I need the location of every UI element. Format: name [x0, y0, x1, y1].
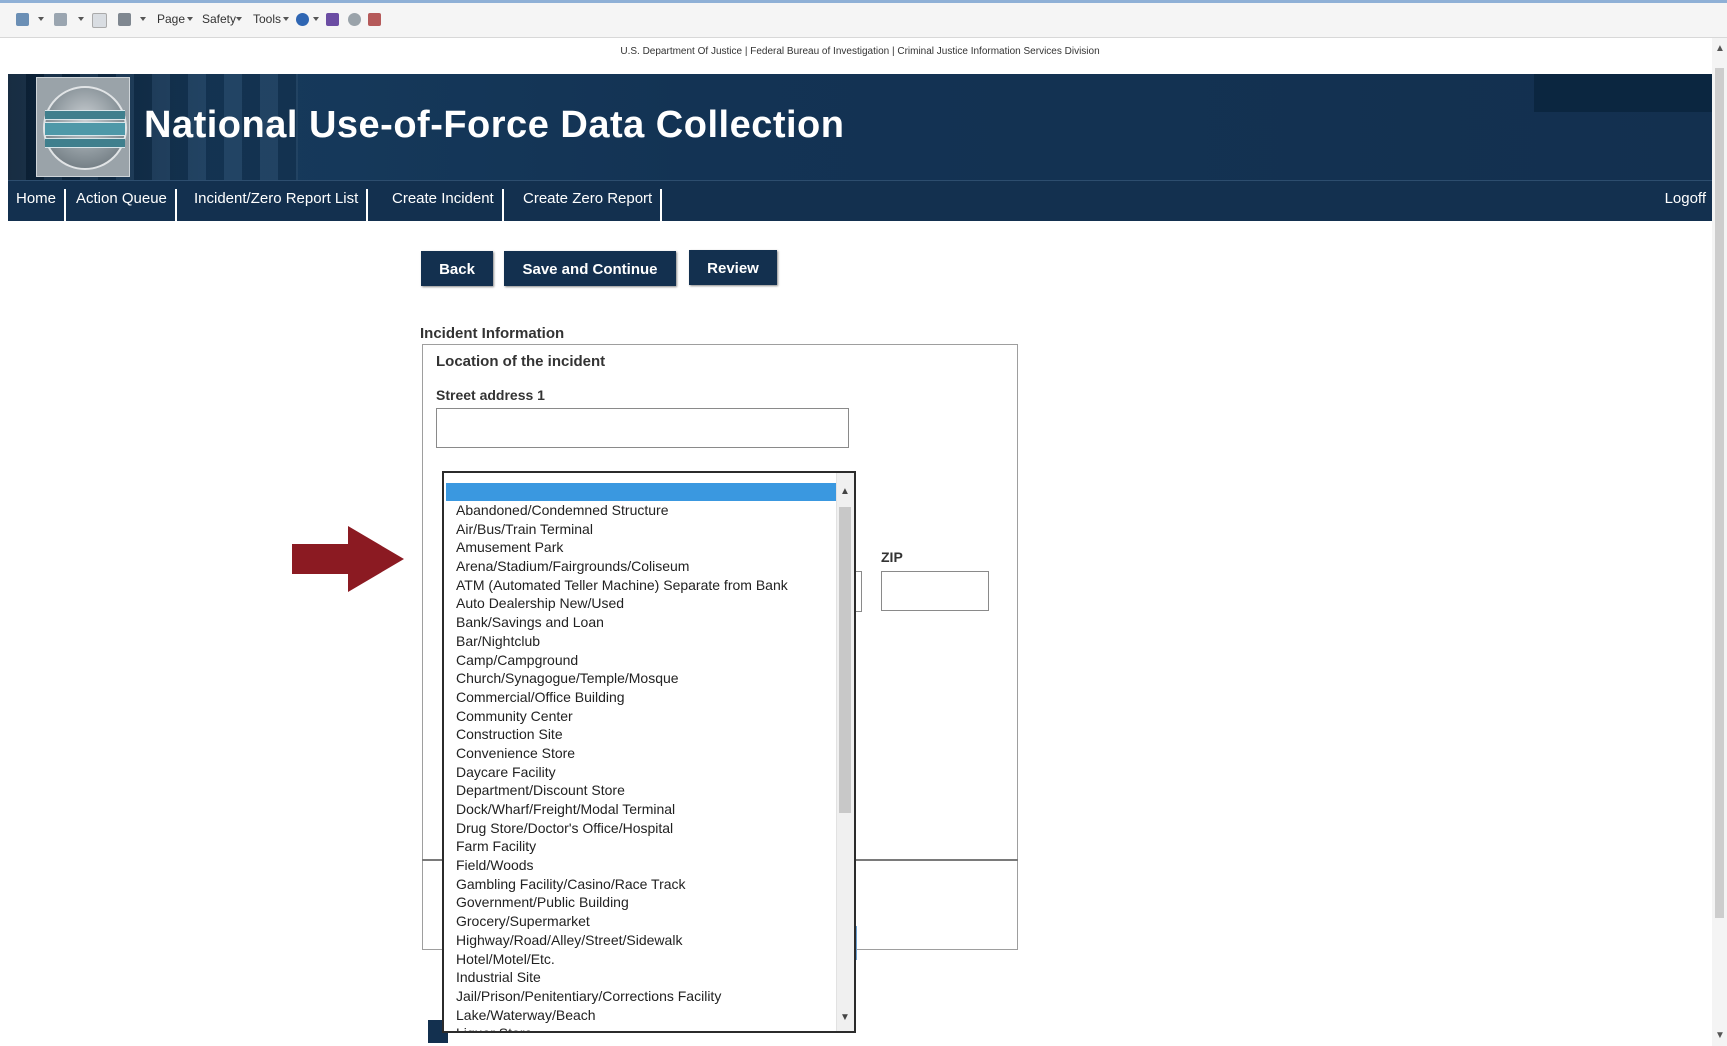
street-address-input[interactable]: [436, 408, 849, 448]
site-title: National Use-of-Force Data Collection: [144, 104, 845, 146]
mail-icon[interactable]: [92, 13, 107, 28]
seal-icon: [43, 86, 127, 170]
zip-label: ZIP: [881, 549, 903, 565]
dropdown-option[interactable]: Dock/Wharf/Freight/Modal Terminal: [456, 800, 788, 819]
nav-create-zero-report[interactable]: Create Zero Report: [515, 189, 663, 221]
page-scrollbar[interactable]: ▲ ▼: [1712, 38, 1727, 1046]
dropdown-options: Abandoned/Condemned Structure Air/Bus/Tra…: [456, 501, 788, 1031]
settings-icon[interactable]: [348, 13, 361, 26]
scroll-down-icon[interactable]: ▼: [1715, 1030, 1725, 1041]
dropdown-option[interactable]: Government/Public Building: [456, 893, 788, 912]
page-menu[interactable]: Page: [157, 12, 185, 26]
dropdown-option[interactable]: Arena/Stadium/Fairgrounds/Coliseum: [456, 557, 788, 576]
chevron-down-icon: [313, 17, 319, 21]
dropdown-option[interactable]: Hotel/Motel/Etc.: [456, 950, 788, 969]
nav-home[interactable]: Home: [8, 189, 67, 221]
safety-menu[interactable]: Safety: [202, 12, 236, 26]
page-scroll-thumb[interactable]: [1715, 68, 1724, 918]
scroll-up-icon[interactable]: ▲: [1715, 43, 1725, 54]
dropdown-option[interactable]: Auto Dealership New/Used: [456, 594, 788, 613]
dropdown-option[interactable]: Highway/Road/Alley/Street/Sidewalk: [456, 931, 788, 950]
dropdown-option[interactable]: Liquor Store: [456, 1024, 788, 1031]
browser-command-bar: Page Safety Tools: [0, 0, 1727, 38]
chevron-down-icon[interactable]: [78, 17, 84, 21]
feeds-icon[interactable]: [54, 13, 67, 26]
dropdown-option[interactable]: Convenience Store: [456, 744, 788, 763]
zip-input[interactable]: [881, 571, 989, 611]
logoff-link[interactable]: Logoff: [1665, 189, 1706, 209]
doj-header-line: U.S. Department Of Justice | Federal Bur…: [620, 46, 1100, 57]
street-address-label: Street address 1: [436, 387, 545, 403]
location-heading: Location of the incident: [436, 353, 606, 370]
dropdown-scrollbar[interactable]: ▲ ▼: [836, 473, 854, 1031]
dropdown-option[interactable]: Farm Facility: [456, 837, 788, 856]
dropdown-option[interactable]: Church/Synagogue/Temple/Mosque: [456, 669, 788, 688]
print-icon[interactable]: [118, 13, 131, 26]
banner-corner-block: [1534, 74, 1712, 112]
chevron-down-icon: [187, 17, 193, 21]
dropdown-option[interactable]: Industrial Site: [456, 968, 788, 987]
web-page: U.S. Department Of Justice | Federal Bur…: [8, 38, 1712, 1043]
selected-blank-option[interactable]: [446, 483, 836, 501]
addon-icon[interactable]: [368, 13, 381, 26]
nav-action-queue[interactable]: Action Queue: [68, 189, 177, 221]
dropdown-option[interactable]: Gambling Facility/Casino/Race Track: [456, 875, 788, 894]
dropdown-option[interactable]: Construction Site: [456, 725, 788, 744]
chevron-down-icon: [236, 17, 242, 21]
dropdown-option[interactable]: Community Center: [456, 707, 788, 726]
chevron-down-icon: [283, 17, 289, 21]
dropdown-option[interactable]: Jail/Prison/Penitentiary/Corrections Fac…: [456, 987, 788, 1006]
review-button[interactable]: Review: [689, 250, 777, 285]
logo-stripe: [45, 110, 125, 120]
dropdown-option[interactable]: Air/Bus/Train Terminal: [456, 520, 788, 539]
save-and-continue-button[interactable]: Save and Continue: [504, 251, 676, 286]
dropdown-option[interactable]: Department/Discount Store: [456, 781, 788, 800]
use-of-force-logo: [36, 77, 130, 177]
dropdown-option[interactable]: Grocery/Supermarket: [456, 912, 788, 931]
dropdown-option[interactable]: Bank/Savings and Loan: [456, 613, 788, 632]
scroll-down-icon[interactable]: ▼: [840, 1013, 850, 1023]
dropdown-option[interactable]: Amusement Park: [456, 538, 788, 557]
nav-incident-zero-report-list[interactable]: Incident/Zero Report List: [186, 189, 369, 221]
dropdown-option[interactable]: Camp/Campground: [456, 651, 788, 670]
dropdown-option[interactable]: Bar/Nightclub: [456, 632, 788, 651]
dropdown-option[interactable]: Daycare Facility: [456, 763, 788, 782]
callout-arrow-icon: [292, 526, 404, 592]
dropdown-option[interactable]: ATM (Automated Teller Machine) Separate …: [456, 576, 788, 595]
chevron-down-icon[interactable]: [38, 17, 44, 21]
scroll-up-icon[interactable]: ▲: [840, 487, 850, 497]
incident-information-heading: Incident Information: [420, 325, 565, 342]
site-banner: National Use-of-Force Data Collection: [8, 74, 1712, 180]
tools-menu[interactable]: Tools: [253, 12, 281, 26]
dropdown-option[interactable]: Drug Store/Doctor's Office/Hospital: [456, 819, 788, 838]
home-icon[interactable]: [16, 13, 29, 26]
dropdown-option[interactable]: Commercial/Office Building: [456, 688, 788, 707]
research-icon[interactable]: [326, 13, 339, 26]
back-button[interactable]: Back: [421, 251, 493, 286]
location-type-dropdown-list[interactable]: Abandoned/Condemned Structure Air/Bus/Tra…: [442, 471, 856, 1033]
chevron-down-icon[interactable]: [140, 17, 146, 21]
logo-stripe: [45, 138, 125, 148]
dropdown-option[interactable]: Field/Woods: [456, 856, 788, 875]
nav-create-incident[interactable]: Create Incident: [384, 189, 504, 221]
dropdown-option[interactable]: Abandoned/Condemned Structure: [456, 501, 788, 520]
help-icon[interactable]: [296, 13, 309, 26]
main-nav: Home Action Queue Incident/Zero Report L…: [8, 180, 1712, 221]
dropdown-option[interactable]: Lake/Waterway/Beach: [456, 1006, 788, 1025]
dropdown-scroll-thumb[interactable]: [839, 507, 851, 813]
logo-stripe: [45, 122, 125, 136]
